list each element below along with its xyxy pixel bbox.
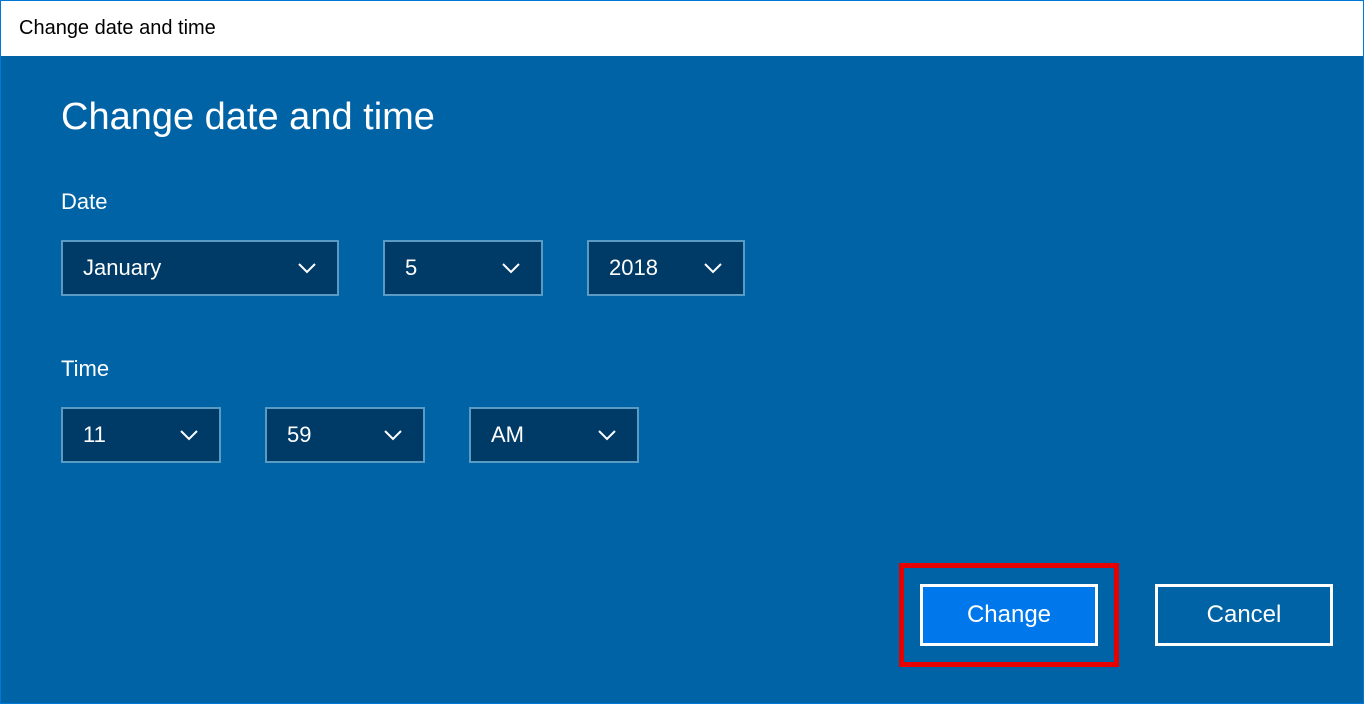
- content-area: Change date and time Date January 5 2018…: [1, 56, 1363, 703]
- minute-value: 59: [287, 422, 363, 448]
- ampm-select[interactable]: AM: [469, 407, 639, 463]
- page-heading: Change date and time: [61, 96, 1303, 139]
- cancel-button[interactable]: Cancel: [1155, 584, 1333, 646]
- chevron-down-icon: [179, 429, 199, 441]
- month-value: January: [83, 255, 277, 281]
- titlebar: Change date and time: [1, 1, 1363, 56]
- chevron-down-icon: [383, 429, 403, 441]
- chevron-down-icon: [703, 262, 723, 274]
- chevron-down-icon: [297, 262, 317, 274]
- minute-select[interactable]: 59: [265, 407, 425, 463]
- time-label: Time: [61, 356, 1303, 382]
- date-label: Date: [61, 189, 1303, 215]
- date-row: January 5 2018: [61, 240, 1303, 296]
- year-select[interactable]: 2018: [587, 240, 745, 296]
- ampm-value: AM: [491, 422, 577, 448]
- year-value: 2018: [609, 255, 683, 281]
- month-select[interactable]: January: [61, 240, 339, 296]
- chevron-down-icon: [501, 262, 521, 274]
- day-select[interactable]: 5: [383, 240, 543, 296]
- highlight-annotation: Change: [899, 563, 1119, 667]
- change-date-time-window: Change date and time Change date and tim…: [0, 0, 1364, 704]
- time-row: 11 59 AM: [61, 407, 1303, 463]
- titlebar-title: Change date and time: [19, 17, 216, 40]
- hour-value: 11: [83, 422, 159, 448]
- hour-select[interactable]: 11: [61, 407, 221, 463]
- chevron-down-icon: [597, 429, 617, 441]
- action-buttons: Change Cancel: [899, 563, 1333, 667]
- change-button[interactable]: Change: [920, 584, 1098, 646]
- day-value: 5: [405, 255, 481, 281]
